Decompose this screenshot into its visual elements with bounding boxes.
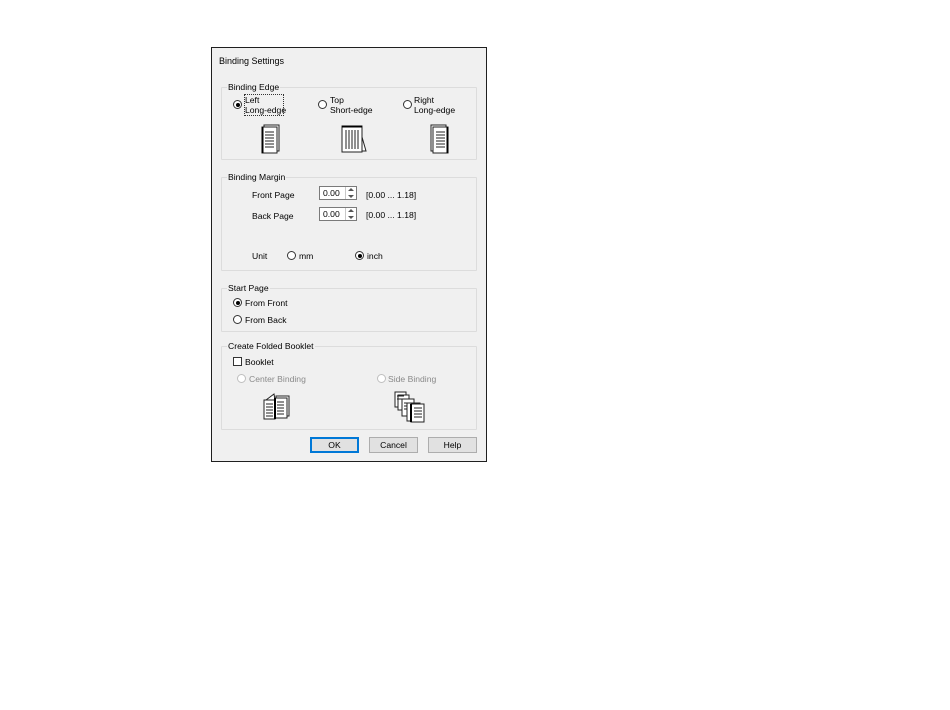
back-page-value[interactable]: 0.00 [323, 210, 340, 219]
binding-edge-left-line2: Long-edge [245, 105, 287, 115]
left-binding-page-icon [261, 124, 280, 154]
binding-edge-top-line2: Short-edge [330, 105, 373, 115]
center-binding-label[interactable]: Center Binding [249, 374, 306, 384]
binding-edge-right-line2: Long-edge [414, 105, 456, 115]
back-page-range: [0.00 ... 1.18] [366, 210, 417, 220]
binding-edge-left-label[interactable]: Left Long-edge [244, 94, 287, 116]
help-button[interactable]: Help [428, 437, 477, 453]
unit-label: Unit [252, 251, 268, 261]
dialog-title: Binding Settings [219, 56, 285, 66]
binding-edge-top-line1: Top [330, 95, 344, 105]
booklet-checkbox[interactable] [233, 357, 242, 366]
binding-edge-right-label[interactable]: Right Long-edge [414, 95, 455, 115]
from-back-radio[interactable] [233, 315, 242, 324]
binding-edge-top-label[interactable]: Top Short-edge [330, 95, 373, 115]
binding-edge-right-radio[interactable] [403, 100, 412, 109]
binding-edge-top-radio[interactable] [318, 100, 327, 109]
binding-edge-label: Binding Edge [227, 82, 281, 93]
from-front-label[interactable]: From Front [245, 298, 288, 308]
folded-booklet-group: Create Folded Booklet Booklet Center Bin… [221, 341, 477, 430]
spin-down-icon[interactable] [348, 195, 354, 198]
binding-margin-group: Binding Margin Front Page 0.00 [0.00 ...… [221, 172, 477, 271]
side-binding-booklet-icon [394, 391, 425, 423]
spin-up-icon[interactable] [348, 209, 354, 212]
front-page-label: Front Page [252, 190, 295, 200]
cancel-button[interactable]: Cancel [369, 437, 418, 453]
front-page-spinner[interactable]: 0.00 [319, 186, 357, 200]
top-binding-page-icon [341, 125, 367, 153]
start-page-group: Start Page From Front From Back [221, 283, 477, 332]
folded-booklet-label: Create Folded Booklet [227, 341, 315, 352]
back-page-spinner[interactable]: 0.00 [319, 207, 357, 221]
start-page-label: Start Page [227, 283, 270, 294]
unit-inch-label[interactable]: inch [367, 251, 383, 261]
side-binding-radio[interactable] [377, 374, 386, 383]
binding-edge-left-radio[interactable] [233, 100, 242, 109]
center-binding-booklet-icon [263, 393, 290, 420]
front-page-value[interactable]: 0.00 [323, 189, 340, 198]
center-binding-radio[interactable] [237, 374, 246, 383]
ok-button[interactable]: OK [310, 437, 359, 453]
right-binding-page-icon [430, 124, 449, 154]
from-front-radio[interactable] [233, 298, 242, 307]
binding-margin-label: Binding Margin [227, 172, 287, 183]
binding-edge-left-line1: Left [245, 95, 260, 105]
unit-inch-radio[interactable] [355, 251, 364, 260]
binding-edge-right-line1: Right [414, 95, 435, 105]
front-page-spin-arrows[interactable] [345, 187, 356, 199]
unit-mm-radio[interactable] [287, 251, 296, 260]
front-page-range: [0.00 ... 1.18] [366, 190, 417, 200]
from-back-label[interactable]: From Back [245, 315, 287, 325]
binding-settings-dialog: Binding Settings Binding Edge Left Long-… [211, 47, 487, 462]
binding-edge-group: Binding Edge Left Long-edge Top Short-ed… [221, 82, 477, 160]
spin-up-icon[interactable] [348, 188, 354, 191]
back-page-spin-arrows[interactable] [345, 208, 356, 220]
spin-down-icon[interactable] [348, 216, 354, 219]
back-page-label: Back Page [252, 211, 294, 221]
unit-mm-label[interactable]: mm [299, 251, 313, 261]
booklet-label[interactable]: Booklet [245, 357, 274, 367]
side-binding-label[interactable]: Side Binding [388, 374, 436, 384]
